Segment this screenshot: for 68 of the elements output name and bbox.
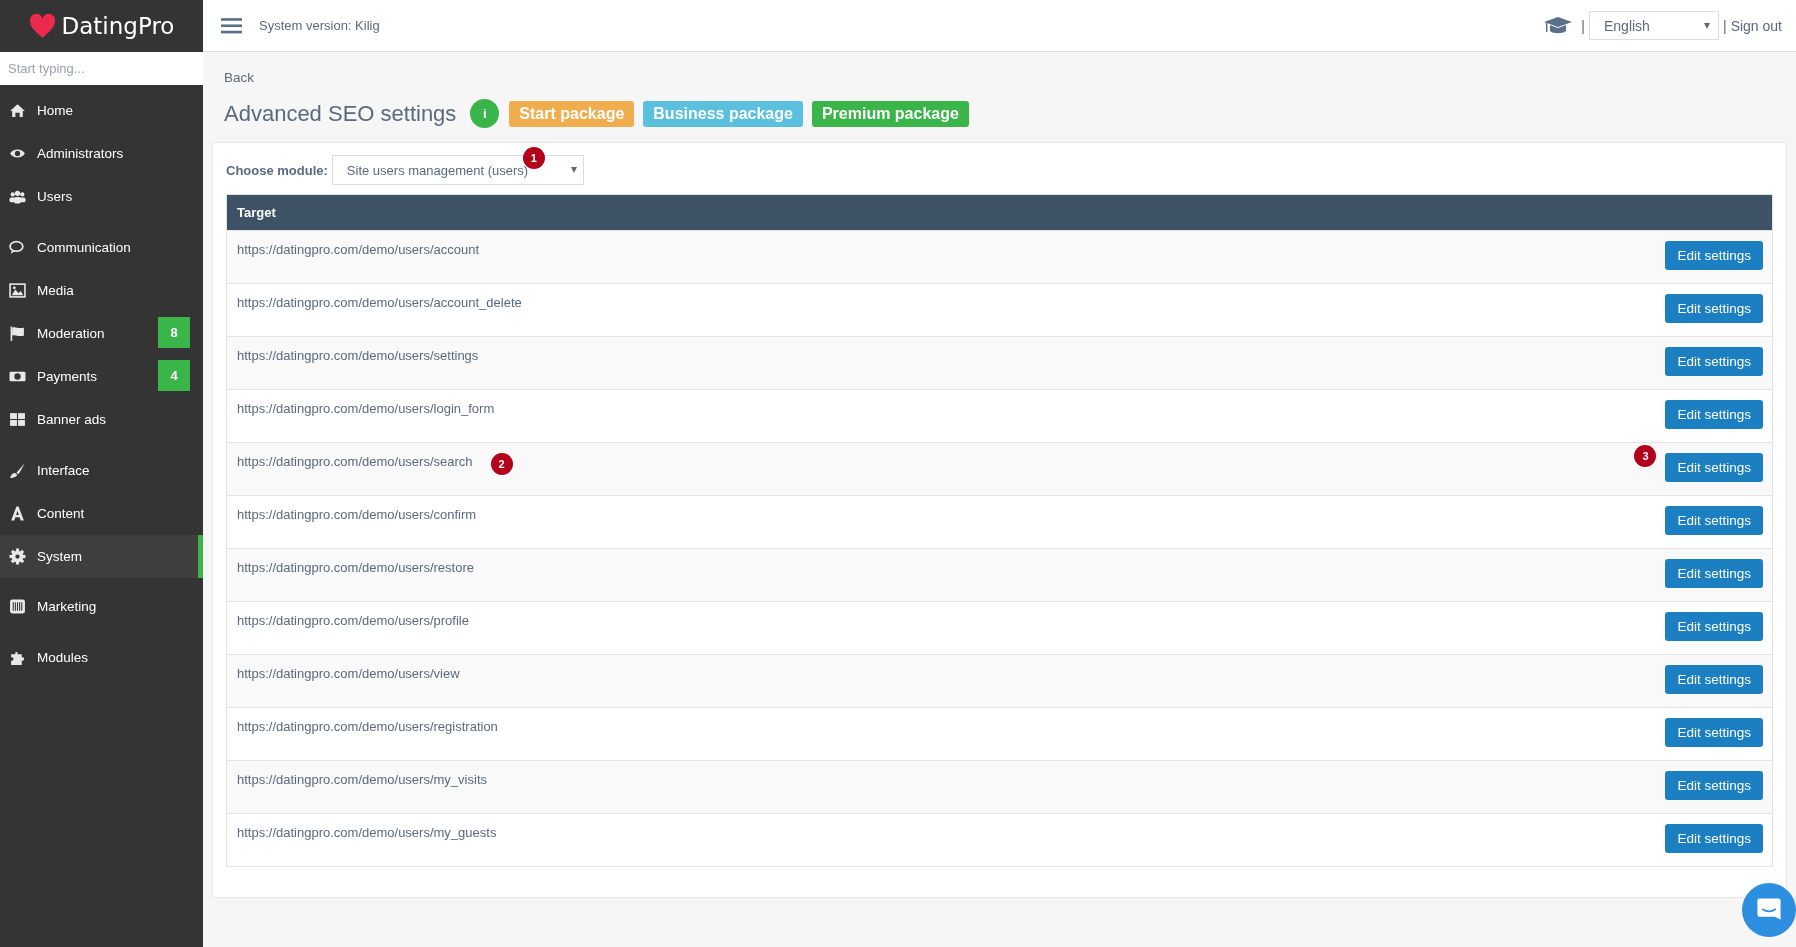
gear-icon xyxy=(9,548,26,565)
edit-settings-button[interactable]: Edit settings xyxy=(1665,771,1763,800)
letter-icon xyxy=(9,505,26,522)
menu-icon[interactable] xyxy=(221,17,242,34)
home-icon xyxy=(9,102,26,119)
column-header: Target xyxy=(227,195,1772,230)
separator: | xyxy=(1723,17,1727,34)
caret-icon xyxy=(1704,22,1710,29)
target-url: https://datingpro.com/demo/users/restore xyxy=(237,559,474,575)
edit-settings-button[interactable]: Edit settings xyxy=(1665,665,1763,694)
image-icon xyxy=(9,282,26,299)
edit-settings-button[interactable]: Edit settings xyxy=(1665,824,1763,853)
sidebar-item[interactable]: System xyxy=(0,535,203,578)
target-url: https://datingpro.com/demo/users/my_visits xyxy=(237,771,487,787)
sidebar-item[interactable]: Media xyxy=(0,269,203,312)
edit-settings-button[interactable]: Edit settings xyxy=(1665,400,1763,429)
heart-icon xyxy=(28,13,56,39)
flag-icon xyxy=(9,325,26,342)
page-title: Advanced SEO settings xyxy=(224,100,457,127)
puzzle-icon xyxy=(9,649,26,666)
edit-settings-button[interactable]: Edit settings xyxy=(1665,347,1763,376)
brush-icon xyxy=(9,462,26,479)
target-url: https://datingpro.com/demo/users/profile xyxy=(237,612,469,628)
caret-icon xyxy=(570,167,577,173)
sidebar-item[interactable]: Banner ads xyxy=(0,398,203,441)
edit-settings-button[interactable]: Edit settings xyxy=(1665,241,1763,270)
sidebar-item[interactable]: Administrators xyxy=(0,132,203,175)
sidebar-item[interactable]: Payments 4 xyxy=(0,355,203,398)
sidebar-item[interactable]: Communication xyxy=(0,226,203,269)
language-select[interactable]: English xyxy=(1589,11,1719,40)
edit-settings-button[interactable]: Edit settings xyxy=(1665,294,1763,323)
sidebar-item[interactable]: Interface xyxy=(0,449,203,492)
target-url: https://datingpro.com/demo/users/view xyxy=(237,665,460,681)
sidebar-item[interactable]: Content xyxy=(0,492,203,535)
brand-name: DatingPro xyxy=(61,13,175,39)
sidebar-item[interactable]: Moderation 8 xyxy=(0,312,203,355)
sign-out-link[interactable]: Sign out xyxy=(1730,17,1782,34)
target-url: https://datingpro.com/demo/users/login_form xyxy=(237,400,495,416)
sidebar-item[interactable]: Users xyxy=(0,175,203,218)
target-url: https://datingpro.com/demo/users/registration xyxy=(237,718,498,734)
target-url: https://datingpro.com/demo/users/account xyxy=(237,241,480,257)
edit-settings-button[interactable]: Edit settings xyxy=(1665,453,1763,482)
step-marker: 2 xyxy=(490,453,513,475)
edit-settings-button[interactable]: Edit settings xyxy=(1665,718,1763,747)
target-url: https://datingpro.com/demo/users/my_guests xyxy=(237,824,497,840)
chat-icon[interactable] xyxy=(1742,883,1796,937)
edit-settings-button[interactable]: Edit settings xyxy=(1665,506,1763,535)
sidebar-item[interactable]: Home xyxy=(0,89,203,132)
step-marker: 3 xyxy=(1634,445,1657,467)
grid-icon xyxy=(9,411,26,428)
target-url: https://datingpro.com/demo/users/search xyxy=(237,453,473,469)
separator: | xyxy=(1581,17,1585,34)
system-version: System version: Kilig xyxy=(259,18,380,33)
sidebar-item[interactable]: Modules xyxy=(0,636,203,679)
back-link[interactable]: Back xyxy=(224,70,1787,85)
chat-icon xyxy=(9,239,26,256)
target-url: https://datingpro.com/demo/users/account_delete xyxy=(237,294,522,310)
sidebar-item[interactable]: Marketing xyxy=(0,585,203,628)
edit-settings-button[interactable]: Edit settings xyxy=(1665,559,1763,588)
barcode-icon xyxy=(9,598,26,615)
module-label: Choose module: xyxy=(226,162,328,178)
target-url: https://datingpro.com/demo/users/confirm xyxy=(237,506,477,522)
edit-settings-button[interactable]: Edit settings xyxy=(1665,612,1763,641)
users-icon xyxy=(9,188,26,205)
count-badge: 4 xyxy=(158,360,190,391)
count-badge: 8 xyxy=(158,317,190,348)
search-field[interactable]: Start typing... xyxy=(0,52,203,85)
target-url: https://datingpro.com/demo/users/settings xyxy=(237,347,479,363)
